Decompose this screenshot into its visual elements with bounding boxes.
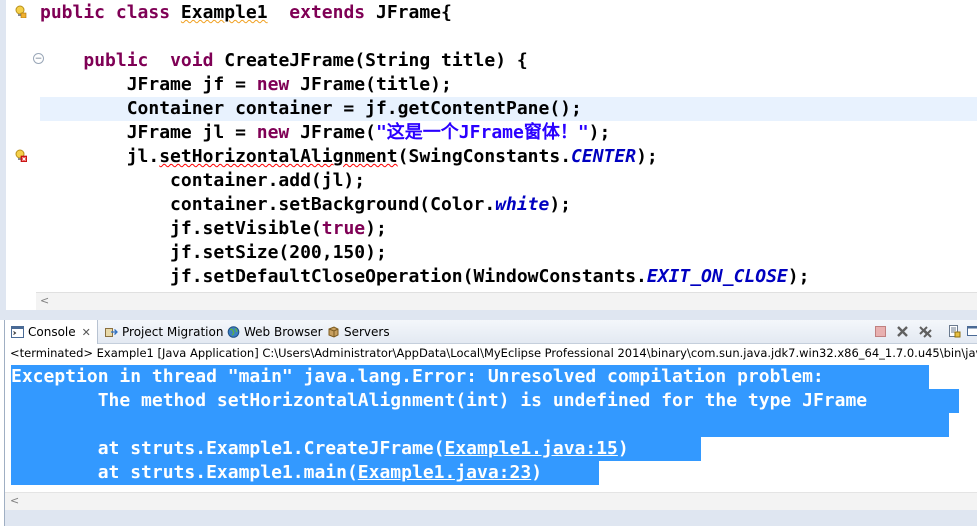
code-token: extends bbox=[289, 2, 366, 23]
code-token: jl. bbox=[40, 146, 160, 167]
code-line[interactable]: jl.setHorizontalAlignment(SwingConstants… bbox=[40, 145, 977, 169]
scroll-lock-icon[interactable] bbox=[948, 325, 961, 338]
code-line[interactable]: jf.setSize(200,150); bbox=[40, 241, 977, 265]
terminate-icon[interactable] bbox=[874, 325, 887, 338]
code-token: ); bbox=[636, 146, 658, 167]
tab-console[interactable]: Console ✕ bbox=[5, 320, 98, 344]
tab-project-migration[interactable]: Project Migration bbox=[105, 320, 223, 343]
console-line[interactable]: Exception in thread "main" java.lang.Err… bbox=[11, 365, 929, 389]
code-token: ); bbox=[549, 194, 572, 215]
show-console-icon[interactable] bbox=[967, 325, 977, 338]
remove-launch-icon[interactable] bbox=[896, 325, 909, 338]
code-token: JFrame{ bbox=[365, 2, 452, 23]
servers-icon bbox=[328, 325, 339, 338]
editor-gutter: − bbox=[6, 0, 44, 292]
code-token: white bbox=[495, 194, 550, 215]
code-token: public class bbox=[40, 2, 181, 23]
web-browser-icon bbox=[227, 325, 240, 338]
code-content[interactable]: public class Example1 extends JFrame{ pu… bbox=[40, 0, 977, 292]
code-token: ); bbox=[787, 266, 810, 287]
code-token: ); bbox=[588, 122, 611, 143]
code-token: new bbox=[256, 122, 290, 143]
console-text: at struts.Example1.CreateJFrame( bbox=[11, 438, 445, 459]
tab-servers[interactable]: Servers bbox=[327, 320, 390, 343]
console-text: at struts.Example1.main( bbox=[11, 462, 358, 483]
code-token: jf.setSize(200,150); bbox=[40, 242, 387, 263]
code-line[interactable]: container.setBackground(Color.white); bbox=[40, 193, 977, 217]
console-line[interactable]: The method setHorizontalAlignment(int) i… bbox=[11, 389, 959, 413]
tab-console-label: Console bbox=[28, 325, 76, 339]
tab-project-migration-label: Project Migration bbox=[122, 324, 224, 339]
remove-all-terminated-icon[interactable] bbox=[919, 325, 932, 338]
tab-web-browser[interactable]: Web Browser bbox=[227, 320, 323, 343]
scroll-left-arrow-icon[interactable]: < bbox=[10, 493, 19, 509]
view-tab-bar: Console ✕ Project Migration Web Browser … bbox=[5, 320, 977, 344]
code-line[interactable]: public void CreateJFrame(String title) { bbox=[40, 49, 977, 73]
console-line[interactable] bbox=[11, 413, 949, 437]
code-token: void bbox=[170, 50, 214, 71]
error-lightbulb-icon[interactable] bbox=[14, 149, 27, 162]
code-line[interactable]: jf.setVisible(true); bbox=[40, 217, 977, 241]
code-token: "这是一个JFrame窗体！" bbox=[375, 122, 589, 143]
code-token: Example1 bbox=[180, 2, 268, 23]
console-text: ) bbox=[617, 438, 629, 459]
code-token: ); bbox=[365, 218, 387, 239]
console-icon bbox=[11, 326, 24, 338]
code-line[interactable]: public class Example1 extends JFrame{ bbox=[40, 1, 977, 25]
console-line[interactable]: at struts.Example1.main(Example1.java:23… bbox=[11, 461, 599, 485]
code-token: setHorizontalAlignment bbox=[159, 146, 398, 167]
code-token: JFrame jl = bbox=[40, 122, 257, 143]
code-line[interactable]: JFrame jf = new JFrame(title); bbox=[40, 73, 977, 97]
code-editor[interactable]: − public class Example1 extends JFrame{ … bbox=[0, 0, 977, 310]
view-splitter[interactable] bbox=[0, 310, 977, 320]
console-process-label: <terminated> Example1 [Java Application]… bbox=[10, 346, 977, 360]
code-token: JFrame(title); bbox=[289, 74, 452, 95]
console-horizontal-scrollbar[interactable]: < bbox=[5, 492, 977, 510]
code-token: public bbox=[83, 50, 149, 71]
code-token: CENTER bbox=[571, 146, 637, 167]
console-text: ) bbox=[531, 462, 543, 483]
project-migration-icon bbox=[105, 327, 118, 337]
status-strip bbox=[5, 510, 977, 526]
scroll-left-arrow-icon[interactable]: < bbox=[40, 293, 49, 309]
console-line[interactable]: at struts.Example1.CreateJFrame(Example1… bbox=[11, 437, 701, 461]
code-token: JFrame jf = bbox=[40, 74, 257, 95]
tab-servers-label: Servers bbox=[344, 324, 390, 339]
console-output[interactable]: Exception in thread "main" java.lang.Err… bbox=[5, 365, 977, 489]
code-line[interactable]: Container container = jf.getContentPane(… bbox=[40, 97, 977, 121]
console-text: The method setHorizontalAlignment(int) i… bbox=[11, 390, 878, 411]
code-line[interactable]: jf.setDefaultCloseOperation(WindowConsta… bbox=[40, 265, 977, 289]
warning-lightbulb-icon[interactable] bbox=[14, 5, 27, 18]
code-token: jf.setVisible( bbox=[40, 218, 322, 239]
code-token: true bbox=[321, 218, 366, 239]
code-token: container.setBackground(Color. bbox=[40, 194, 496, 215]
code-token: new bbox=[256, 74, 290, 95]
console-text: Exception in thread "main" java.lang.Err… bbox=[11, 366, 835, 387]
code-token: EXIT_ON_CLOSE bbox=[646, 266, 788, 287]
stack-trace-link[interactable]: Example1.java:15 bbox=[444, 438, 617, 459]
editor-horizontal-scrollbar[interactable]: < bbox=[36, 292, 977, 310]
code-token: (SwingConstants. bbox=[397, 146, 572, 167]
tab-web-browser-label: Web Browser bbox=[244, 324, 323, 339]
code-line[interactable]: container.add(jl); bbox=[40, 169, 977, 193]
close-icon[interactable]: ✕ bbox=[82, 326, 91, 339]
code-token: jf.setDefaultCloseOperation(WindowConsta… bbox=[40, 266, 647, 287]
code-token: container.add(jl); bbox=[40, 170, 366, 191]
code-token: CreateJFrame(String title) { bbox=[213, 50, 528, 71]
code-token: JFrame( bbox=[289, 122, 376, 143]
code-token: Container container = jf.getContentPane(… bbox=[40, 98, 582, 119]
stack-trace-link[interactable]: Example1.java:23 bbox=[358, 462, 531, 483]
console-view: Console ✕ Project Migration Web Browser … bbox=[4, 320, 977, 526]
code-line[interactable] bbox=[40, 25, 977, 49]
code-line[interactable]: JFrame jl = new JFrame("这是一个JFrame窗体！"); bbox=[40, 121, 977, 145]
